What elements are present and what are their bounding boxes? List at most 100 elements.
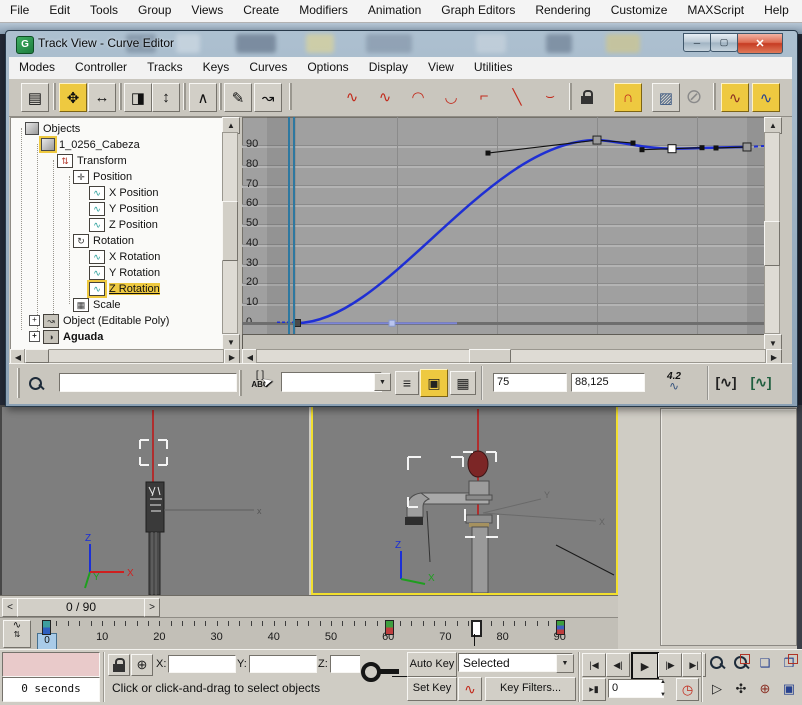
tv-menu-curves[interactable]: Curves [239,57,297,78]
menu-animation[interactable]: Animation [358,0,431,21]
tree-hscrollbar-track[interactable] [24,349,224,363]
tree-item-z-position[interactable]: ∿Z Position [89,217,158,232]
menu-maxscript[interactable]: MAXScript [677,0,754,21]
trackbar-key[interactable] [385,620,394,635]
set-tangents-auto-button[interactable]: ∿ [339,83,365,110]
set-tangents-step-button[interactable]: ⌐ [471,83,497,110]
menu-group[interactable]: Group [128,0,181,21]
zoom-extents-all-button[interactable]: ❒ [778,652,800,674]
curve-key-minor[interactable] [389,320,395,326]
zoom-all-button[interactable] [730,652,752,674]
parameter-out-of-range-button[interactable]: ▨ [652,83,680,112]
y-coord-field[interactable] [249,655,317,673]
tv-menu-tracks[interactable]: Tracks [137,57,193,78]
spreadsheet-button[interactable]: ▦ [450,371,476,395]
set-tangents-linear-button[interactable]: ╲ [504,83,530,110]
tree-item-z-rotation-selected[interactable]: ∿Z Rotation [89,281,160,296]
tree-item-objects[interactable]: Objects [25,121,80,136]
set-tangents-custom-button[interactable]: ∿ [372,83,398,110]
slide-keys-button[interactable]: ↔ [88,83,116,112]
tv-menu-view[interactable]: View [418,57,464,78]
tv-menu-modes[interactable]: Modes [9,57,65,78]
maximize-viewport-toggle[interactable]: ▣ [778,678,800,700]
selection-lock-toggle[interactable] [108,654,130,676]
tv-menu-keys[interactable]: Keys [193,57,240,78]
trackbar-key-selected[interactable] [471,620,482,637]
curve-key[interactable] [743,143,751,151]
maxscript-mini-listener[interactable] [2,652,100,677]
track-view-window[interactable]: G Track View - Curve Editor ─ ▢ ✕ ModesC… [5,30,798,407]
expand-icon[interactable]: + [29,331,40,342]
snap-frames-button[interactable]: ∩ [614,83,642,112]
tree-hscrollbar-thumb[interactable] [25,349,49,363]
filter-selected-tracks-button[interactable]: ▣ [420,369,448,397]
tree-item-y-position[interactable]: ∿Y Position [89,201,158,216]
tree-scrollbar-thumb[interactable] [222,201,238,261]
menu-rendering[interactable]: Rendering [525,0,600,21]
add-keys-button[interactable]: ∧ [189,83,217,112]
menu-graph-editors[interactable]: Graph Editors [431,0,525,21]
set-tangents-slow-button[interactable]: ◡ [438,83,464,110]
lock-tangents-button[interactable] [574,83,600,110]
show-keyable-button[interactable]: ⊘ [681,83,707,110]
tv-menu-display[interactable]: Display [359,57,418,78]
simplify-curve-button[interactable]: ↝ [254,83,282,112]
draw-curves-button[interactable]: ✎ [224,83,252,112]
key-mode-toggle[interactable]: ▸▮ [582,678,606,701]
default-tangent-button[interactable]: ∿ [458,677,482,701]
current-frame-field[interactable]: 0 [608,679,664,698]
show-tangents-button[interactable]: ∿ [721,83,749,112]
key-time-field[interactable]: 75 [493,373,567,392]
time-slider-prev-button[interactable]: < [2,598,18,617]
menu-tools[interactable]: Tools [80,0,128,21]
open-mini-curve-editor-button[interactable]: ∿ ⇅ [3,620,31,648]
time-marker-line[interactable] [288,117,290,349]
zoom-button[interactable] [706,652,728,674]
tree-item-x-rotation[interactable]: ∿X Rotation [89,249,160,264]
viewport-top[interactable]: x Z Y X [0,405,309,595]
time-slider[interactable]: 0 / 90 [17,598,145,617]
show-all-tangents-button[interactable]: ∿ [752,83,780,112]
set-keys-icon[interactable] [360,654,404,694]
tree-item-scale[interactable]: ▦Scale [73,297,121,312]
move-keys-button[interactable]: ✥ [59,83,87,112]
menu-help[interactable]: Help [754,0,799,21]
spin-up-icon[interactable]: ▲ [660,679,670,685]
trackbar-key[interactable] [42,620,51,635]
zoom-selected-object-button[interactable] [23,372,49,396]
previous-frame-button[interactable]: ◀| [606,653,630,677]
menu-edit[interactable]: Edit [39,0,80,21]
set-tangents-fast-button[interactable]: ◠ [405,83,431,110]
tree-item-cabeza[interactable]: 1_0256_Cabeza [41,137,140,152]
curve-key[interactable] [593,136,601,144]
graph-scrollbar-thumb[interactable] [764,221,780,266]
orbit-button[interactable]: ⊕ [754,678,776,700]
time-configuration-button[interactable]: ◷ [676,678,699,701]
tv-menu-controller[interactable]: Controller [65,57,137,78]
menu-file[interactable]: File [0,0,39,21]
tree-item-position[interactable]: ✛Position [73,169,132,184]
scale-values-button[interactable]: ↕ [152,83,180,112]
tree-item-aguada[interactable]: +◑Aguada [29,329,103,344]
set-tangents-smooth-button[interactable]: ⌣ [537,83,563,110]
window-title-bar[interactable]: G Track View - Curve Editor ─ ▢ ✕ [6,31,797,57]
tv-menu-options[interactable]: Options [297,57,358,78]
x-coord-field[interactable] [168,655,236,673]
tree-item-transform[interactable]: ⇅Transform [57,153,127,168]
tree-item-y-rotation[interactable]: ∿Y Rotation [89,265,160,280]
selection-set-dropdown-arrow[interactable]: ▼ [556,654,574,673]
go-to-start-button[interactable]: |◀ [582,653,606,677]
show-key-stats-toggle[interactable]: 4.2 ∿ [651,370,697,390]
absolute-mode-toggle[interactable]: ⊕ [131,654,153,676]
next-frame-button[interactable]: |▶ [658,653,682,677]
curve-key-selected[interactable] [668,145,676,153]
track-name-filter-field[interactable] [59,373,237,392]
track-selection-dropdown[interactable] [281,372,382,392]
expand-icon[interactable]: + [29,315,40,326]
auto-key-button[interactable]: Auto Key [407,652,457,677]
trackbar-key[interactable] [556,620,565,635]
graph-hscrollbar-thumb[interactable] [469,349,511,363]
filters-button[interactable]: ▤ [21,83,49,112]
tree-item-rotation[interactable]: ↻Rotation [73,233,134,248]
play-button[interactable]: ▶ [631,652,659,680]
